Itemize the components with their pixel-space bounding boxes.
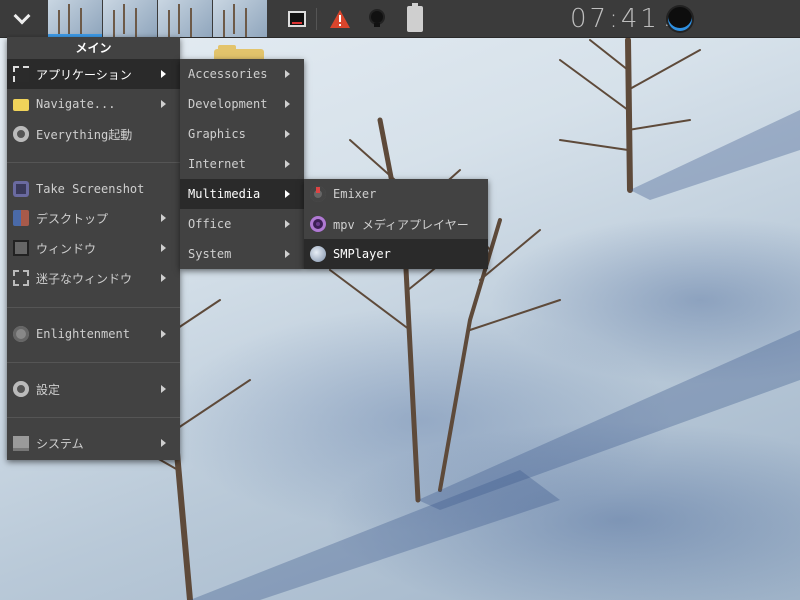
menu-item-system[interactable]: システム	[7, 428, 180, 458]
submenu-arrow-icon	[161, 70, 166, 78]
menu-item-emixer[interactable]: Emixer	[304, 179, 488, 209]
folder-icon	[13, 99, 29, 111]
menu-item-label: mpv メディアプレイヤー	[333, 217, 469, 232]
submenu-arrow-icon	[161, 100, 166, 108]
menu-item-development[interactable]: Development	[180, 89, 304, 119]
desktop-pager	[48, 0, 268, 37]
menu-item-label: システム	[36, 436, 84, 451]
menu-item-desktop[interactable]: デスクトップ	[7, 203, 180, 233]
menu-item-label: Development	[188, 97, 268, 111]
smplayer-icon	[310, 246, 326, 262]
menu-item-label: Multimedia	[188, 187, 261, 201]
system-power-button[interactable]	[664, 0, 696, 37]
terminal-icon	[288, 10, 306, 27]
menu-item-applications[interactable]: アプリケーション	[7, 59, 180, 89]
battery-icon	[407, 2, 423, 32]
shelf-separator	[316, 8, 317, 30]
submenu-arrow-icon	[285, 130, 290, 138]
submenu-arrow-icon	[285, 70, 290, 78]
bulb-icon	[371, 10, 383, 27]
menu-item-mpv[interactable]: mpv メディアプレイヤー	[304, 209, 488, 239]
warning-icon	[330, 9, 350, 28]
battery-indicator[interactable]	[404, 0, 426, 37]
menu-item-label: ウィンドウ	[36, 241, 97, 256]
menu-item-navigate[interactable]: Navigate...	[7, 89, 180, 119]
menu-separator	[7, 162, 180, 163]
menu-item-label: Navigate...	[36, 97, 116, 111]
menu-item-lost-windows[interactable]: 迷子なウィンドウ	[7, 263, 180, 293]
main-menu-title: メイン	[75, 41, 112, 55]
menu-separator	[7, 417, 180, 418]
menu-item-label: アプリケーション	[36, 67, 132, 82]
menu-item-label: Internet	[188, 157, 246, 171]
multimedia-menu: Emixer mpv メディアプレイヤー SMPlayer	[304, 179, 488, 269]
menu-separator	[7, 307, 180, 308]
power-icon	[668, 6, 692, 31]
submenu-arrow-icon	[285, 190, 290, 198]
mpv-icon	[310, 216, 326, 232]
menu-item-graphics[interactable]: Graphics	[180, 119, 304, 149]
menu-item-settings[interactable]: 設定	[7, 374, 180, 404]
pager-desktop-3[interactable]	[158, 0, 212, 37]
enlightenment-icon	[13, 326, 29, 342]
menu-item-smplayer[interactable]: SMPlayer	[304, 239, 488, 269]
menu-item-internet[interactable]: Internet	[180, 149, 304, 179]
lost-window-icon	[13, 270, 29, 286]
menu-item-office[interactable]: Office	[180, 209, 304, 239]
menu-item-label: Emixer	[333, 187, 377, 201]
pager-desktop-4[interactable]	[213, 0, 267, 37]
menu-item-label: 迷子なウィンドウ	[36, 271, 133, 286]
menu-item-multimedia[interactable]: Multimedia	[180, 179, 304, 209]
clock-time: 07:41	[570, 3, 660, 34]
menu-item-label: 設定	[36, 382, 61, 397]
menu-item-label: Office	[188, 217, 232, 231]
desktop-icon	[13, 210, 29, 226]
menu-item-windows[interactable]: ウィンドウ	[7, 233, 180, 263]
pager-desktop-2[interactable]	[103, 0, 157, 37]
submenu-arrow-icon	[285, 160, 290, 168]
submenu-arrow-icon	[161, 244, 166, 252]
emixer-icon	[310, 186, 326, 202]
menu-separator	[7, 362, 180, 363]
applications-menu: Accessories Development Graphics Interne…	[180, 59, 304, 269]
top-shelf: 07:41 AM	[0, 0, 800, 38]
window-icon	[13, 240, 29, 256]
submenu-arrow-icon	[161, 439, 166, 447]
menu-item-everything[interactable]: Everything起動	[7, 119, 180, 149]
menu-item-label: SMPlayer	[333, 247, 391, 261]
menu-item-system-apps[interactable]: System	[180, 239, 304, 269]
submenu-arrow-icon	[161, 214, 166, 222]
warning-indicator[interactable]	[327, 0, 353, 37]
menu-item-accessories[interactable]: Accessories	[180, 59, 304, 89]
main-menu: メイン アプリケーション Navigate... Everything起動 Ta…	[7, 37, 180, 460]
gear-icon	[13, 126, 29, 142]
menu-item-label: デスクトップ	[36, 211, 109, 226]
backlight-indicator[interactable]	[366, 0, 388, 37]
submenu-arrow-icon	[285, 100, 290, 108]
terminal-launcher[interactable]	[285, 0, 309, 37]
pager-desktop-1[interactable]	[48, 0, 102, 37]
menu-item-label: Graphics	[188, 127, 246, 141]
settings-icon	[13, 381, 29, 397]
menu-item-label: Take Screenshot	[36, 182, 145, 196]
menu-item-label: Everything起動	[36, 127, 133, 142]
submenu-arrow-icon	[285, 220, 290, 228]
chevron-down-icon	[13, 7, 31, 24]
screenshot-select-icon	[13, 66, 29, 82]
menu-item-enlightenment[interactable]: Enlightenment	[7, 319, 180, 349]
system-icon	[13, 436, 29, 451]
camera-icon	[13, 181, 29, 197]
menu-item-take-screenshot[interactable]: Take Screenshot	[7, 174, 180, 204]
submenu-arrow-icon	[161, 274, 166, 282]
submenu-arrow-icon	[161, 330, 166, 338]
menu-item-label: Enlightenment	[36, 327, 130, 341]
start-menu-button[interactable]	[0, 0, 44, 37]
menu-item-label: Accessories	[188, 67, 268, 81]
submenu-arrow-icon	[161, 385, 166, 393]
menu-item-label: System	[188, 247, 232, 261]
submenu-arrow-icon	[285, 250, 290, 258]
